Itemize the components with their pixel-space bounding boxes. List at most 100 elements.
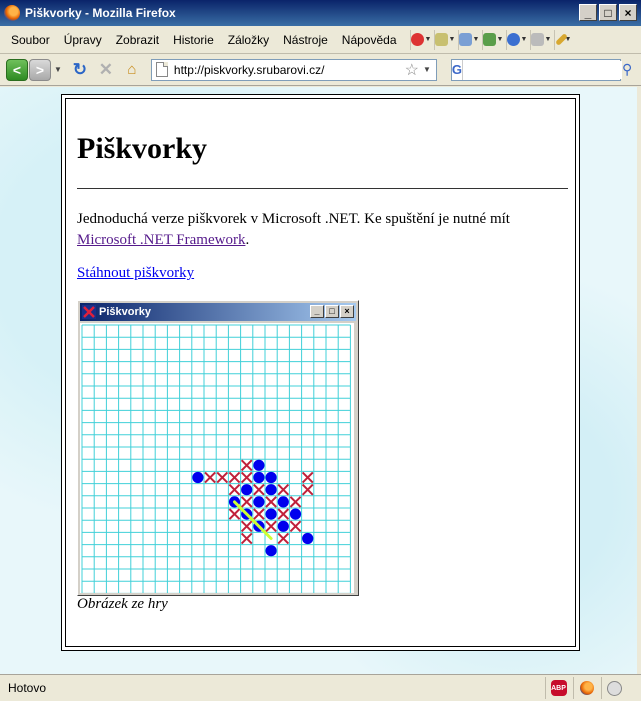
extension-toolbar: ▼ ▼ ▼ ▼ ▼ ▼ ▼ (409, 29, 576, 50)
menu-soubor[interactable]: Soubor (4, 33, 57, 47)
brush-icon[interactable]: ▼ (553, 29, 576, 50)
cross-logo-icon (82, 305, 96, 319)
cross-mark (240, 459, 253, 472)
cross-mark (265, 520, 277, 533)
cross-mark (277, 508, 290, 520)
circle-mark (192, 471, 204, 484)
status-text: Hotovo (8, 681, 47, 695)
cross-mark (204, 471, 216, 484)
page-icon (155, 62, 168, 77)
window-controls: _ □ × (579, 4, 637, 21)
back-button[interactable]: < (6, 58, 28, 81)
cross-mark (240, 520, 253, 533)
noscript-icon[interactable]: ▼ (409, 29, 432, 50)
menu-upravy[interactable]: Úpravy (57, 33, 109, 47)
circle-mark (265, 545, 277, 557)
page-inner-frame: Piškvorky Jednoduchá verze piškvorek v M… (65, 98, 576, 647)
dotnet-framework-link[interactable]: Microsoft .NET Framework (77, 232, 245, 248)
reload-icon[interactable]: ↻ (67, 60, 93, 80)
package-icon[interactable]: ▼ (529, 29, 552, 50)
adblock-icon[interactable]: ABP (545, 677, 571, 699)
bookmark-star-icon[interactable]: ☆ (405, 60, 419, 80)
minimize-button[interactable]: _ (579, 4, 597, 21)
page-frame: Piškvorky Jednoduchá verze piškvorek v M… (61, 94, 580, 651)
forward-button[interactable]: > (29, 58, 51, 81)
circle-mark (277, 520, 289, 532)
circle-mark (241, 484, 253, 496)
maximize-button[interactable]: □ (599, 4, 617, 21)
cross-mark (277, 532, 290, 545)
download-link[interactable]: Stáhnout piškvorky (77, 265, 194, 282)
circle-mark (253, 496, 265, 508)
cross-mark (240, 471, 253, 484)
cross-mark (240, 496, 253, 508)
page-content: Piškvorky Jednoduchá verze piškvorek v M… (0, 87, 641, 674)
cross-mark (277, 483, 290, 496)
info-icon[interactable]: ▼ (505, 29, 528, 50)
cross-mark (228, 471, 241, 484)
circle-mark (265, 484, 277, 496)
image-icon[interactable]: ▼ (481, 29, 504, 50)
window-titlebar: Piškvorky - Mozilla Firefox _ □ × (0, 0, 641, 26)
menu-bar: Soubor Úpravy Zobrazit Historie Záložky … (0, 26, 641, 54)
cross-mark (301, 471, 314, 484)
url-text[interactable]: http://piskvorky.srubarovi.cz/ (174, 63, 405, 77)
cross-mark (289, 520, 302, 533)
intro-paragraph: Jednoduchá verze piškvorek v Microsoft .… (77, 209, 557, 251)
search-engine-icon[interactable]: G (452, 59, 464, 80)
game-screenshot: Piškvorky _ □ × (77, 300, 359, 596)
close-button[interactable]: × (619, 4, 637, 21)
game-window-controls: _ □ × (310, 305, 354, 318)
menu-nastroje[interactable]: Nástroje (276, 33, 335, 47)
page-title: Piškvorky (77, 132, 208, 165)
firefox-icon (4, 5, 20, 21)
cross-mark (301, 483, 314, 496)
window-title: Piškvorky - Mozilla Firefox (25, 6, 176, 20)
search-input[interactable] (463, 60, 623, 79)
clipboard-icon[interactable]: ▼ (433, 29, 456, 50)
menu-zobrazit[interactable]: Zobrazit (109, 33, 166, 47)
stop-icon[interactable]: ✕ (93, 60, 119, 80)
intro-text: Jednoduchá verze piškvorek v Microsoft .… (77, 211, 510, 227)
url-bar[interactable]: http://piskvorky.srubarovi.cz/ ☆ ▼ (150, 58, 437, 81)
search-bar: G ⚲ (450, 58, 632, 81)
form-icon[interactable]: ▼ (457, 29, 480, 50)
cross-mark (240, 532, 253, 545)
cross-mark (228, 483, 241, 496)
status-icons: ABP (545, 677, 627, 699)
adblock-label: ABP (550, 680, 567, 696)
game-titlebar: Piškvorky _ □ × (80, 303, 356, 321)
circle-mark (265, 471, 277, 484)
circle-mark (253, 471, 265, 484)
content-edge (637, 87, 641, 674)
navigation-bar: < > ▼ ↻ ✕ ⌂ http://piskvorky.srubarovi.c… (0, 54, 641, 86)
circle-mark (277, 496, 289, 508)
home-icon[interactable]: ⌂ (119, 61, 145, 78)
game-minimize-button: _ (310, 305, 324, 318)
game-title: Piškvorky (99, 306, 151, 318)
cross-mark (253, 483, 265, 496)
search-icon[interactable]: ⚲ (622, 61, 632, 78)
circle-mark (253, 459, 265, 471)
menu-napoveda[interactable]: Nápověda (335, 33, 404, 47)
url-dropdown-icon[interactable]: ▼ (423, 65, 431, 74)
cross-mark (228, 508, 241, 520)
cross-mark (253, 508, 265, 520)
cross-mark (289, 496, 302, 508)
intro-end: . (245, 232, 250, 248)
history-dropdown-icon[interactable]: ▼ (54, 65, 62, 74)
circle-mark (302, 532, 314, 545)
firefox-status-icon[interactable] (573, 677, 599, 699)
status-bar: Hotovo ABP (0, 674, 641, 701)
divider (77, 188, 568, 189)
menu-zalozky[interactable]: Záložky (221, 33, 276, 47)
game-close-button: × (340, 305, 354, 318)
image-caption: Obrázek ze hry (77, 596, 168, 612)
circle-mark (265, 508, 277, 520)
smiley-icon[interactable] (601, 677, 627, 699)
game-board (80, 323, 354, 593)
menu-historie[interactable]: Historie (166, 33, 221, 47)
cross-mark (265, 496, 277, 508)
cross-mark (216, 471, 229, 484)
circle-mark (289, 508, 302, 520)
